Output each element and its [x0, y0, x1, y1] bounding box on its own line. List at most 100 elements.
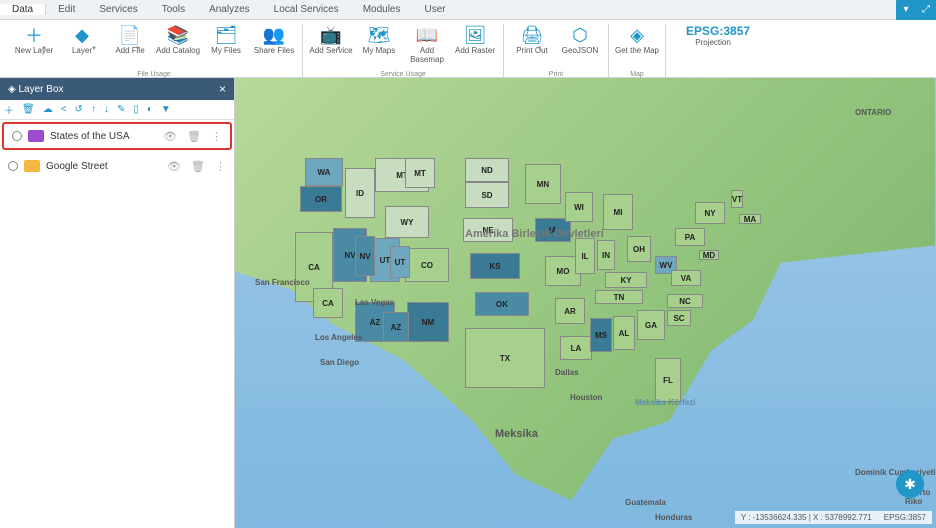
layertool-3[interactable]: < — [61, 104, 67, 115]
layertool-1[interactable]: 🗑 — [22, 104, 35, 115]
menu-user[interactable]: User — [413, 4, 458, 15]
state-IL[interactable]: IL — [575, 238, 595, 274]
my-files-button[interactable]: 🗂My Files — [202, 24, 250, 78]
menu-edit[interactable]: Edit — [46, 4, 87, 15]
share-files-button[interactable]: 👥Share Files — [250, 24, 298, 78]
state-IN[interactable]: IN — [597, 240, 615, 270]
maplabel: Las Vegas — [355, 298, 394, 307]
state-SD[interactable]: SD — [465, 182, 509, 208]
state-ID[interactable]: ID — [345, 168, 375, 218]
state-PA[interactable]: PA — [675, 228, 705, 246]
layertool-0[interactable]: ＋ — [4, 102, 14, 117]
state-NM[interactable]: NM — [407, 302, 449, 342]
add-catalog-button[interactable]: 📚Add Catalog — [154, 24, 202, 78]
add-file-button[interactable]: 📄▼Add File — [106, 24, 154, 78]
state-WY[interactable]: WY — [385, 206, 429, 238]
layer-name: States of the USA — [50, 131, 153, 142]
state-CA[interactable]: CA — [313, 288, 343, 318]
state-MA[interactable]: MA — [739, 214, 761, 224]
more-icon[interactable]: ⋮ — [211, 130, 222, 143]
get-the-map-button[interactable]: ◈Get the Map — [613, 24, 661, 78]
minimize-icon[interactable]: ▾ — [896, 0, 916, 20]
add-service-button[interactable]: 📺▼Add Service — [307, 24, 355, 78]
state-MI[interactable]: MI — [603, 194, 633, 230]
state-KS[interactable]: KS — [470, 253, 520, 279]
add-raster-button[interactable]: 🖼Add Raster — [451, 24, 499, 78]
state-FL[interactable]: FL — [655, 358, 681, 402]
maximize-icon[interactable]: ⤢ — [916, 0, 936, 20]
layer-states-of-the-usa[interactable]: States of the USA 👁 🗑 ⋮ — [2, 122, 232, 150]
menu-localservices[interactable]: Local Services — [262, 4, 351, 15]
menu-bar: Data Edit Services Tools Analyzes Local … — [0, 0, 936, 20]
state-NY[interactable]: NY — [695, 202, 725, 224]
maplabel: Houston — [570, 393, 602, 402]
state-OK[interactable]: OK — [475, 292, 529, 316]
layertool-2[interactable]: ☁ — [43, 104, 53, 115]
menu-tools[interactable]: Tools — [150, 4, 197, 15]
state-ND[interactable]: ND — [465, 158, 509, 182]
state-LA[interactable]: LA — [560, 336, 592, 360]
country-label: Amerika Birleşik Devletleri — [465, 228, 604, 240]
layertool-5[interactable]: ↑ — [91, 104, 96, 115]
stack-icon: ◈ — [8, 84, 16, 95]
state-NC[interactable]: NC — [667, 294, 703, 308]
maplabel: Guatemala — [625, 498, 666, 507]
state-UT[interactable]: UT — [390, 246, 410, 278]
menu-data[interactable]: Data — [0, 4, 46, 15]
coords-readout: Y : -13536624.335 | X : 5378992.771 — [741, 513, 872, 522]
layertool-7[interactable]: ✎ — [117, 104, 125, 115]
state-MT[interactable]: MT — [405, 158, 435, 188]
layertool-10[interactable]: ▼ — [161, 104, 171, 115]
geojson-button[interactable]: ⬡GeoJSON — [556, 24, 604, 78]
maplabel: Los Angeles — [315, 333, 362, 342]
layertool-4[interactable]: ↺ — [75, 104, 83, 115]
state-OR[interactable]: OR — [300, 186, 342, 212]
eye-icon[interactable]: 👁 — [167, 160, 181, 173]
menu-modules[interactable]: Modules — [351, 4, 413, 15]
add-basemap-button[interactable]: 📖Add Basemap — [403, 24, 451, 78]
state-GA[interactable]: GA — [637, 310, 665, 340]
layerbox-header: ◈ Layer Box × — [0, 78, 234, 100]
radio-icon[interactable] — [8, 161, 18, 171]
state-TX[interactable]: TX — [465, 328, 545, 388]
state-VT[interactable]: VT — [731, 190, 743, 208]
close-icon[interactable]: × — [219, 82, 226, 96]
state-KY[interactable]: KY — [605, 272, 647, 288]
eye-icon[interactable]: 👁 — [163, 130, 177, 143]
new-layer-button[interactable]: ＋▼New Layer — [10, 24, 58, 78]
state-MN[interactable]: MN — [525, 164, 561, 204]
state-SC[interactable]: SC — [667, 310, 691, 326]
layer-google-street[interactable]: Google Street👁🗑⋮ — [0, 152, 234, 180]
layertool-6[interactable]: ↓ — [104, 104, 109, 115]
gulf-label: Meksika Körfezi — [635, 398, 695, 407]
menu-services[interactable]: Services — [87, 4, 149, 15]
state-WA[interactable]: WA — [305, 158, 343, 186]
state-CO[interactable]: CO — [405, 248, 449, 282]
fab-button[interactable]: ✱ — [896, 470, 924, 498]
trash-icon[interactable]: 🗑 — [187, 130, 201, 143]
radio-icon[interactable] — [12, 131, 22, 141]
menu-analyzes[interactable]: Analyzes — [197, 4, 262, 15]
state-TN[interactable]: TN — [595, 290, 643, 304]
state-MS[interactable]: MS — [590, 318, 612, 352]
my-maps-button[interactable]: 🗺My Maps — [355, 24, 403, 78]
state-NV[interactable]: NV — [355, 236, 375, 276]
map-canvas[interactable]: WAORCANVIDUTAZMTWYCONMNDSDNEKSOKTXMNIAMO… — [235, 78, 936, 528]
state-WI[interactable]: WI — [565, 192, 593, 222]
state-AR[interactable]: AR — [555, 298, 585, 324]
state-MD[interactable]: MD — [699, 250, 719, 260]
maplabel: Dominik Cumhuriyeti — [855, 468, 935, 477]
proj-readout: EPSG:3857 — [884, 513, 926, 522]
state-VA[interactable]: VA — [671, 270, 701, 286]
print-out-button[interactable]: 🖨▼Print Out — [508, 24, 556, 78]
state-AZ[interactable]: AZ — [383, 312, 409, 342]
trash-icon[interactable]: 🗑 — [191, 160, 205, 173]
layertool-9[interactable]: ◐ — [147, 104, 153, 115]
toolbar: ＋▼New Layer◆▼Layer📄▼Add File📚Add Catalog… — [0, 20, 936, 78]
layer-button[interactable]: ◆▼Layer — [58, 24, 106, 78]
projection-code[interactable]: EPSG:3857 — [686, 24, 750, 38]
state-AL[interactable]: AL — [613, 316, 635, 350]
state-OH[interactable]: OH — [627, 236, 651, 262]
more-icon[interactable]: ⋮ — [215, 160, 226, 173]
layertool-8[interactable]: ▯ — [133, 104, 139, 115]
